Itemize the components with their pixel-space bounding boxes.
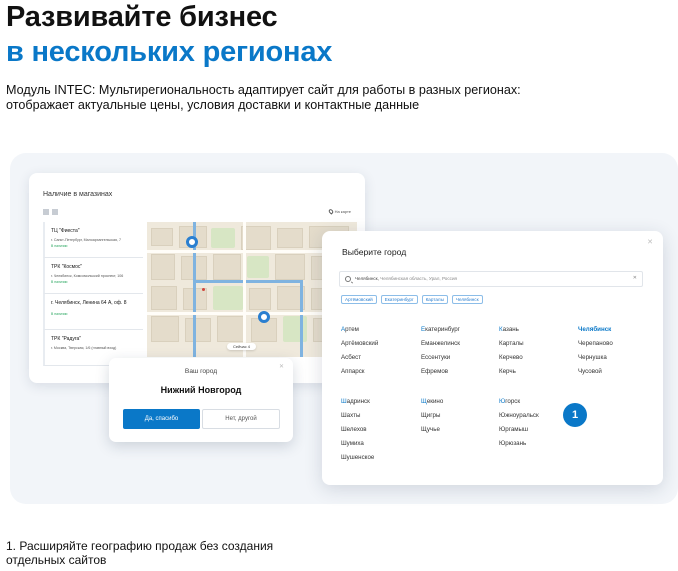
city-link[interactable]: Керчь [499, 365, 524, 379]
search-hint: Челябинская область, Урал, Россия [380, 276, 458, 281]
map-counter[interactable]: Сейчас 4 [227, 343, 256, 350]
city-link[interactable]: Ефремов [421, 365, 460, 379]
city-link[interactable]: Шелехов [341, 423, 374, 437]
city-link[interactable]: Артем [341, 323, 378, 337]
city-link[interactable]: Южноуральск [499, 409, 539, 423]
store-item[interactable]: ТЦ "Фиеста" г. Санкт-Петербург, Малоарха… [43, 222, 143, 258]
store-item[interactable]: ТРК "Космос" г. Челябинск, Комсомольский… [43, 258, 143, 294]
city-link[interactable]: Казань [499, 323, 524, 337]
city-group-sch: Щекино Щигры Щучье [421, 395, 443, 437]
store-pin-icon[interactable] [258, 311, 270, 323]
store-stock: В наличии [51, 280, 68, 284]
search-value: Челябинск, Челябинская область, Урал, Ро… [355, 276, 457, 281]
step-number-badge: 1 [563, 403, 587, 427]
city-search-input[interactable]: Челябинск, Челябинская область, Урал, Ро… [339, 271, 643, 287]
list-view-icon[interactable] [43, 209, 49, 215]
availability-title: Наличие в магазинах [43, 191, 113, 198]
change-city-button[interactable]: Нет, другой [202, 409, 280, 429]
city-group-sh: Шадринск Шахты Шелехов Шумиха Шушенское [341, 395, 374, 465]
store-name: ТРК "Радуга" [51, 336, 82, 342]
hero-title-line1: Развивайте бизнес [6, 1, 278, 33]
city-chip[interactable]: Екатеринбург [380, 295, 418, 304]
city-link[interactable]: Асбест [341, 351, 378, 365]
city-link[interactable]: Щучье [421, 423, 443, 437]
city-link[interactable]: Аппарск [341, 365, 378, 379]
city-link[interactable]: Артёмовский [341, 337, 378, 351]
store-address: г. Санкт-Петербург, Малоарханге­льская, … [51, 238, 121, 242]
detected-city: Нижний Новгород [160, 385, 242, 395]
search-icon [345, 276, 351, 282]
map-pin-icon [327, 208, 334, 215]
city-link[interactable]: Щигры [421, 409, 443, 423]
store-name: ТЦ "Фиеста" [51, 228, 80, 234]
store-availability-card: Наличие в магазинах На карте ТЦ "Фиеста"… [29, 173, 365, 383]
city-link[interactable]: Чернушка [578, 351, 613, 365]
city-link[interactable]: Черепаново [578, 337, 613, 351]
city-link[interactable]: Шумиха [341, 437, 374, 451]
city-link[interactable]: Карталы [499, 337, 524, 351]
city-group-yu: Югорск Южноуральск Юргамыш Юрюзань [499, 395, 539, 451]
your-city-label: Ваш город [184, 368, 218, 375]
store-stock: В наличии [51, 244, 68, 248]
your-city-popup: ✕ Ваш город Нижний Новгород Да, спасибо … [109, 358, 293, 442]
store-address: г. Москва, Тверская, 1/6 (главный вход) [51, 346, 117, 350]
city-link[interactable]: Еманжелинск [421, 337, 460, 351]
search-city: Челябинск, [355, 276, 379, 281]
city-link[interactable]: Юрюзань [499, 437, 539, 451]
close-icon[interactable]: ✕ [647, 238, 653, 246]
city-chip[interactable]: Челябинск [451, 295, 483, 304]
map-toggle[interactable]: На карте [327, 208, 351, 215]
store-address: г. Челябинск, Комсомольский проспект, 10… [51, 274, 124, 278]
city-link[interactable]: Ессентуки [421, 351, 460, 365]
select-city-title: Выберите город [342, 247, 407, 257]
city-link[interactable]: Чусовой [578, 365, 613, 379]
store-stock: В наличии [51, 312, 68, 316]
city-chips: Артёмовский Екатеринбург Карталы Челябин… [341, 295, 483, 304]
city-chip[interactable]: Карталы [421, 295, 448, 304]
city-chip[interactable]: Артёмовский [341, 295, 377, 304]
city-link[interactable]: Югорск [499, 395, 539, 409]
city-link[interactable]: Шадринск [341, 395, 374, 409]
confirm-city-button[interactable]: Да, спасибо [123, 409, 200, 429]
city-group-e: Екатеринбург Еманжелинск Ессентуки Ефрем… [421, 323, 460, 379]
city-link[interactable]: Шушенское [341, 451, 374, 465]
grid-view-icon[interactable] [52, 209, 58, 215]
feature-text: 1. Расширяйте географию продаж без созда… [6, 539, 274, 567]
city-group-a: Артем Артёмовский Асбест Аппарск [341, 323, 378, 379]
city-link[interactable]: Юргамыш [499, 423, 539, 437]
clear-icon[interactable]: ✕ [633, 275, 637, 281]
hero-description: Модуль INTEC: Мультирегиональность адапт… [6, 83, 521, 112]
select-city-modal: Выберите город ✕ Челябинск, Челябинская … [322, 231, 663, 485]
city-link[interactable]: Шахты [341, 409, 374, 423]
city-link[interactable]: Екатеринбург [421, 323, 460, 337]
store-name: ТРК "Космос" [51, 264, 83, 270]
store-item[interactable]: г. Челябинск, Ленина 64 А, оф. 8 В налич… [43, 294, 143, 330]
city-link[interactable]: Щекино [421, 395, 443, 409]
hero-title-line2: в нескольких регионах [6, 36, 333, 68]
map-toggle-label: На карте [334, 209, 351, 214]
store-pin-icon[interactable] [186, 236, 198, 248]
view-switcher[interactable] [43, 209, 58, 215]
city-group-k: Казань Карталы Керчево Керчь [499, 323, 524, 379]
city-group-ch: Челябинск Черепаново Чернушка Чусовой [578, 323, 613, 379]
city-link[interactable]: Керчево [499, 351, 524, 365]
store-name: г. Челябинск, Ленина 64 А, оф. 8 [51, 300, 127, 306]
city-link-selected[interactable]: Челябинск [578, 323, 613, 337]
